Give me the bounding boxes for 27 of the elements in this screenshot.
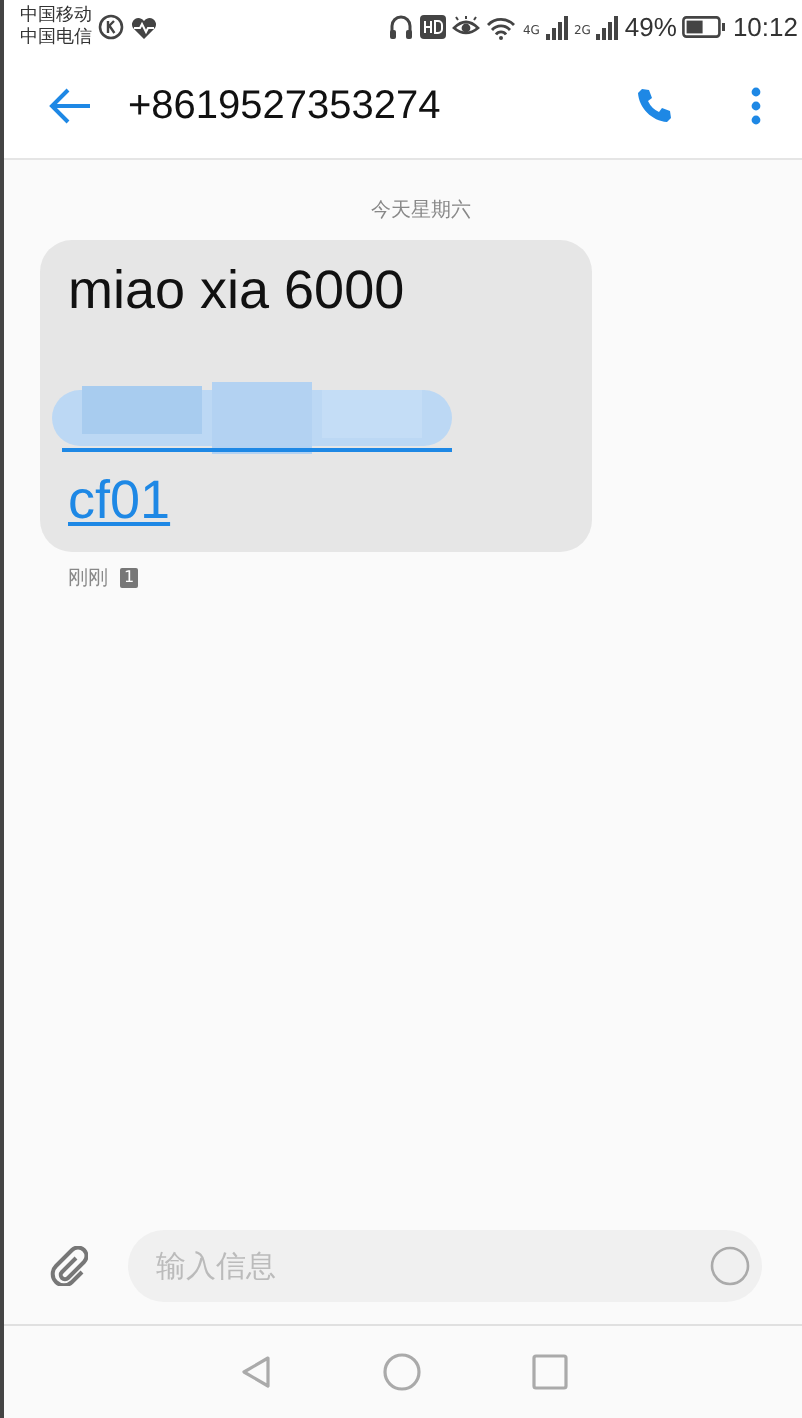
message-text: miao xia 6000 (68, 260, 405, 322)
contact-number: +8619527353274 (128, 83, 441, 129)
wifi-icon (486, 15, 517, 39)
battery-icon (682, 16, 727, 38)
signal-icon (596, 15, 619, 39)
battery-percent: 49% (624, 12, 677, 42)
square-icon[interactable] (531, 1354, 567, 1390)
message-link[interactable]: cf01 (68, 470, 171, 532)
clock-time: 10:12 (732, 12, 798, 42)
more-vertical-icon[interactable] (750, 86, 762, 126)
eye-icon (452, 16, 481, 38)
back-triangle-icon[interactable] (239, 1354, 271, 1390)
carrier-name: 中国电信 (20, 27, 92, 49)
send-circle-icon[interactable] (710, 1246, 750, 1286)
phone-icon[interactable] (634, 86, 674, 126)
headphones-icon (388, 14, 415, 40)
message-time: 刚刚 (68, 566, 108, 592)
hd-icon (420, 14, 447, 40)
home-circle-icon[interactable] (381, 1352, 421, 1392)
back-arrow-icon[interactable] (48, 88, 92, 124)
carrier-name: 中国移动 (20, 5, 92, 27)
heart-pulse-icon (130, 15, 158, 39)
date-label: 今天星期六 (369, 197, 473, 224)
signal-icon (545, 15, 568, 39)
k-circle-icon (98, 14, 124, 40)
paperclip-icon[interactable] (48, 1246, 88, 1286)
sim-badge: 1 (120, 568, 139, 588)
